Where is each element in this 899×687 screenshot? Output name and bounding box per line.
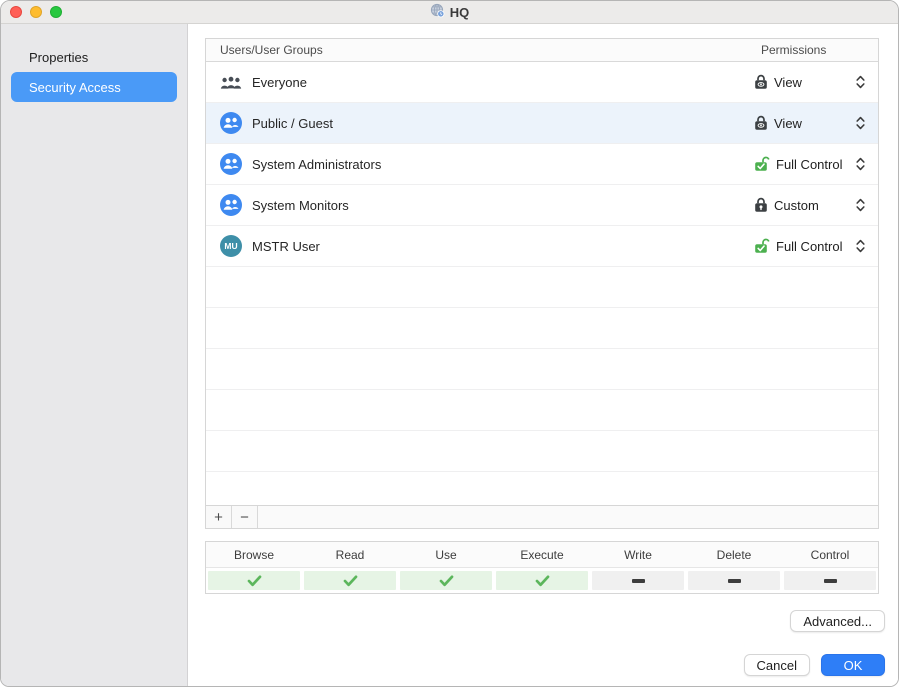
permission-dropdown[interactable]: Full Control [754, 156, 866, 172]
window-content: Properties Security Access Users/User Gr… [1, 24, 898, 686]
granted-check-icon [400, 571, 492, 590]
granted-check-icon [304, 571, 396, 590]
permission-column-header: Use [398, 548, 494, 562]
permission-grid-cells [206, 568, 878, 593]
table-row[interactable]: System Administrators Full Control [206, 144, 878, 185]
empty-table-row [206, 308, 878, 349]
granted-check-icon [208, 571, 300, 590]
permission-column-header: Execute [494, 548, 590, 562]
lock-open-icon [754, 156, 770, 172]
permission-dropdown[interactable]: View [754, 74, 866, 90]
empty-table-row [206, 472, 878, 506]
user-group-name: Everyone [252, 75, 754, 90]
empty-table-row [206, 431, 878, 472]
permission-grid-header: BrowseReadUseExecuteWriteDeleteControl [206, 542, 878, 568]
empty-table-row [206, 390, 878, 431]
table-row[interactable]: System Monitors Custom [206, 185, 878, 226]
permission-value: View [774, 75, 802, 90]
updown-chevrons-icon [855, 74, 866, 90]
permission-toggle-cell[interactable] [398, 568, 494, 593]
permission-dropdown[interactable]: Full Control [754, 238, 866, 254]
user-group-name: MSTR User [252, 239, 754, 254]
permission-value: Full Control [776, 239, 842, 254]
security-access-panel: Users/User Groups Permissions Everyone Vi… [188, 24, 898, 686]
empty-table-row [206, 349, 878, 390]
permission-value: Full Control [776, 157, 842, 172]
table-row[interactable]: MU MSTR User Full Control [206, 226, 878, 267]
permission-column-header: Read [302, 548, 398, 562]
user-avatar: MU [220, 235, 242, 257]
user-group-name: Public / Guest [252, 116, 754, 131]
close-window-button[interactable] [10, 6, 22, 18]
permission-column-header: Write [590, 548, 686, 562]
user-group-name: System Monitors [252, 198, 754, 213]
titlebar: HQ [1, 1, 898, 24]
traffic-lights [10, 1, 62, 23]
window-title-group: HQ [430, 3, 470, 21]
toolbar-filler [258, 506, 878, 528]
permission-toggle-cell[interactable] [494, 568, 590, 593]
permission-dropdown[interactable]: Custom [754, 197, 866, 213]
table-body: Everyone View Public / Guest View System Adm… [206, 62, 878, 506]
permission-value: View [774, 116, 802, 131]
sidebar-item-properties[interactable]: Properties [11, 42, 177, 72]
denied-dash-icon [592, 571, 684, 590]
permission-toggle-cell[interactable] [302, 568, 398, 593]
lock-closed-icon [754, 197, 768, 213]
user-group-name: System Administrators [252, 157, 754, 172]
minimize-window-button[interactable] [30, 6, 42, 18]
table-row[interactable]: Public / Guest View [206, 103, 878, 144]
sidebar: Properties Security Access [1, 24, 188, 686]
footer-buttons: Cancel OK [744, 654, 885, 676]
updown-chevrons-icon [855, 197, 866, 213]
permission-value: Custom [774, 198, 819, 213]
updown-chevrons-icon [855, 156, 866, 172]
permission-column-header: Browse [206, 548, 302, 562]
permission-column-header: Control [782, 548, 878, 562]
column-header-permissions: Permissions [761, 43, 866, 57]
lock-closed-icon [754, 74, 768, 90]
table-row[interactable]: Everyone View [206, 62, 878, 103]
lock-closed-icon [754, 115, 768, 131]
permission-column-header: Delete [686, 548, 782, 562]
user-group-avatar-icon [220, 194, 242, 216]
sidebar-item-security-access[interactable]: Security Access [11, 72, 177, 102]
advanced-button[interactable]: Advanced... [790, 610, 885, 632]
permission-toggle-cell[interactable] [686, 568, 782, 593]
denied-dash-icon [688, 571, 780, 590]
permission-toggle-cell[interactable] [782, 568, 878, 593]
list-toolbar: + − [205, 506, 879, 529]
globe-clock-icon [430, 3, 445, 21]
user-group-avatar-icon [220, 112, 242, 134]
empty-table-row [206, 267, 878, 308]
user-group-avatar-icon [220, 153, 242, 175]
updown-chevrons-icon [855, 238, 866, 254]
updown-chevrons-icon [855, 115, 866, 131]
permission-toggle-cell[interactable] [590, 568, 686, 593]
cancel-button[interactable]: Cancel [744, 654, 810, 676]
dialog-window: HQ Properties Security Access Users/User… [0, 0, 899, 687]
remove-user-button[interactable]: − [232, 506, 258, 528]
window-title: HQ [450, 5, 470, 20]
permission-dropdown[interactable]: View [754, 115, 866, 131]
granted-check-icon [496, 571, 588, 590]
table-header: Users/User Groups Permissions [206, 39, 878, 62]
permission-toggle-cell[interactable] [206, 568, 302, 593]
permission-detail-grid: BrowseReadUseExecuteWriteDeleteControl [205, 541, 879, 594]
denied-dash-icon [784, 571, 876, 590]
users-table: Users/User Groups Permissions Everyone Vi… [205, 38, 879, 506]
add-user-button[interactable]: + [206, 506, 232, 528]
everyone-group-icon [220, 71, 242, 93]
zoom-window-button[interactable] [50, 6, 62, 18]
lock-open-icon [754, 238, 770, 254]
ok-button[interactable]: OK [821, 654, 885, 676]
column-header-users: Users/User Groups [220, 43, 761, 57]
svg-text:MU: MU [224, 241, 237, 251]
